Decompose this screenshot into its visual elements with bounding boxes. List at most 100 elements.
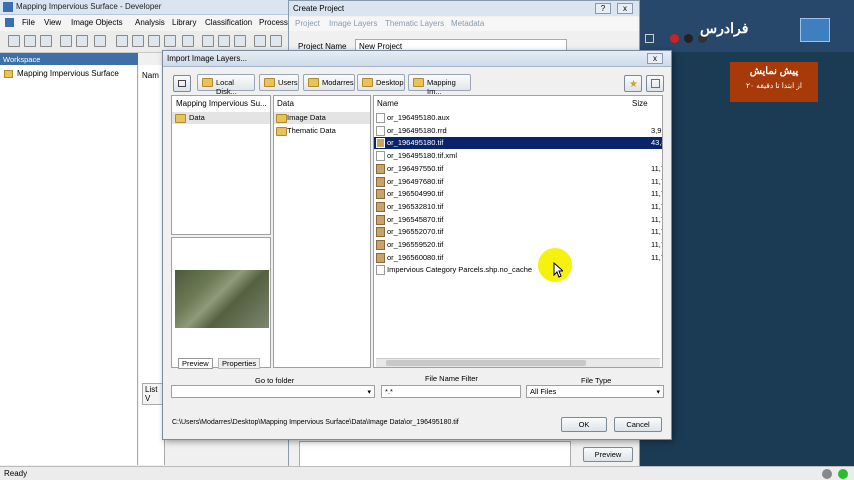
cancel-button[interactable]: Cancel xyxy=(614,417,662,432)
menu-classification[interactable]: Classification xyxy=(205,18,252,27)
tab-preview[interactable]: Preview xyxy=(178,358,213,369)
folder-icon[interactable] xyxy=(40,35,52,47)
file-row[interactable]: or_196504990.tif 11,7 xyxy=(374,188,662,200)
file-row[interactable]: or_196552070.tif 11,7 xyxy=(374,226,662,238)
folder-item-thematic-data[interactable]: Thematic Data xyxy=(274,125,370,137)
file-row[interactable]: or_196545870.tif 11,7 xyxy=(374,214,662,226)
arrow-icon[interactable] xyxy=(182,35,194,47)
image-file-icon xyxy=(376,227,385,238)
folder-header: Data xyxy=(277,99,294,108)
file-row[interactable]: or_196495180.tif 43,8 xyxy=(374,137,662,150)
nav-modarres[interactable]: Modarres xyxy=(303,74,355,91)
file-row[interactable]: or_196495180.rrd 3,9 xyxy=(374,125,662,137)
open-icon[interactable] xyxy=(8,35,20,47)
home-icon xyxy=(178,80,186,87)
home-button[interactable] xyxy=(173,75,191,92)
tab-properties[interactable]: Properties xyxy=(218,358,261,369)
folder-item-image-data[interactable]: Image Data xyxy=(274,112,370,124)
pan-icon[interactable] xyxy=(148,35,160,47)
ok-button[interactable]: OK xyxy=(561,417,607,432)
list-column-name: Nam xyxy=(142,71,159,80)
import-image-layers-dialog: Import Image Layers... x Local Disk... U… xyxy=(162,50,672,440)
logo-text: فرادرس xyxy=(700,20,749,36)
favorite-button[interactable]: ★ xyxy=(624,75,642,92)
save-icon[interactable] xyxy=(24,35,36,47)
grid-icon[interactable] xyxy=(202,35,214,47)
workspace-item[interactable]: Mapping Impervious Surface xyxy=(17,69,119,78)
menu-file[interactable]: File xyxy=(22,18,35,27)
refresh-icon xyxy=(651,79,660,88)
workspace-header: Workspace xyxy=(0,53,138,65)
list-view-tab[interactable]: List V xyxy=(142,383,164,405)
file-row[interactable]: or_196495180.tif.xml xyxy=(374,150,662,162)
file-size: 43,8 xyxy=(651,138,662,148)
zoom-icon[interactable] xyxy=(132,35,144,47)
goto-folder-input[interactable]: ▾ xyxy=(171,385,375,398)
file-row[interactable]: or_196560080.tif 11,7 xyxy=(374,252,662,264)
tab-project[interactable]: Project xyxy=(295,19,320,28)
filter-input[interactable]: *.* xyxy=(381,385,521,398)
column-size[interactable]: Size xyxy=(632,99,648,108)
file-name: or_196532810.tif xyxy=(387,201,444,211)
file-size: 11,7 xyxy=(651,240,662,249)
window-title: Mapping Impervious Surface - Developer xyxy=(16,2,162,11)
info2-icon xyxy=(684,34,693,43)
column-name[interactable]: Name xyxy=(377,99,398,108)
tree-item-label: Data xyxy=(189,113,205,122)
menu-view[interactable]: View xyxy=(44,18,61,27)
folder-icon xyxy=(308,78,319,87)
preview-button[interactable]: Preview xyxy=(583,447,633,462)
logo-icon xyxy=(800,18,830,42)
nav-local-disk[interactable]: Local Disk... xyxy=(197,74,255,96)
document-file-icon xyxy=(376,113,385,123)
chevron-down-icon: ▾ xyxy=(656,389,660,396)
image-file-icon xyxy=(376,201,385,212)
import-dialog-titlebar: Import Image Layers... x xyxy=(163,51,671,67)
filetype-select[interactable]: All Files ▾ xyxy=(526,385,664,398)
file-name: or_196497550.tif xyxy=(387,163,444,173)
help-button[interactable]: ? xyxy=(595,3,611,14)
file-row[interactable]: Impervious Category Parcels.shp.no_cache xyxy=(374,264,662,276)
file-name: or_196495180.rrd xyxy=(387,125,447,135)
import-close-button[interactable]: x xyxy=(647,53,663,64)
new-icon[interactable] xyxy=(60,35,72,47)
menu-library[interactable]: Library xyxy=(172,18,196,27)
nav-desktop[interactable]: Desktop xyxy=(357,74,405,91)
file-row[interactable]: or_196497550.tif 11,7 xyxy=(374,163,662,175)
cursor-icon[interactable] xyxy=(116,35,128,47)
grid2-icon[interactable] xyxy=(218,35,230,47)
copy-icon[interactable] xyxy=(76,35,88,47)
menu-image-objects[interactable]: Image Objects xyxy=(71,18,123,27)
grid5-icon[interactable] xyxy=(270,35,282,47)
nav-mapping[interactable]: Mapping Im... xyxy=(408,74,471,96)
scrollbar-thumb[interactable] xyxy=(386,360,586,366)
folder-icon xyxy=(413,78,424,87)
file-row[interactable]: or_196559520.tif 11,7 xyxy=(374,239,662,251)
tab-metadata[interactable]: Metadata xyxy=(451,19,484,28)
app-icon xyxy=(3,2,13,12)
close-button[interactable]: x xyxy=(617,3,633,14)
horizontal-scrollbar[interactable] xyxy=(376,358,660,367)
promo-line-1: پیش نمایش xyxy=(749,66,799,77)
menu-analysis[interactable]: Analysis xyxy=(135,18,165,27)
settings-icon[interactable] xyxy=(94,35,106,47)
image-file-icon xyxy=(376,163,385,174)
tab-image-layers[interactable]: Image Layers xyxy=(329,19,377,28)
nav-users[interactable]: Users xyxy=(259,74,299,91)
app-menu-icon[interactable] xyxy=(5,18,14,27)
tree-item-data[interactable]: Data xyxy=(172,112,270,124)
file-row[interactable]: or_196497680.tif 11,7 xyxy=(374,176,662,188)
file-size: 11,7 xyxy=(651,214,662,224)
image-file-icon xyxy=(376,138,385,149)
file-name: or_196552070.tif xyxy=(387,227,444,237)
grid4-icon[interactable] xyxy=(254,35,266,47)
file-list-panel: Name Size or_196495180.aux or_196495180.r… xyxy=(373,95,663,368)
menu-process[interactable]: Process xyxy=(259,18,288,27)
file-row[interactable]: or_196532810.tif 11,7 xyxy=(374,201,662,213)
refresh-button[interactable] xyxy=(646,75,664,92)
tab-thematic-layers[interactable]: Thematic Layers xyxy=(385,19,444,28)
folder-icon xyxy=(276,127,287,136)
layers-icon[interactable] xyxy=(164,35,176,47)
grid3-icon[interactable] xyxy=(234,35,246,47)
file-row[interactable]: or_196495180.aux xyxy=(374,112,662,124)
